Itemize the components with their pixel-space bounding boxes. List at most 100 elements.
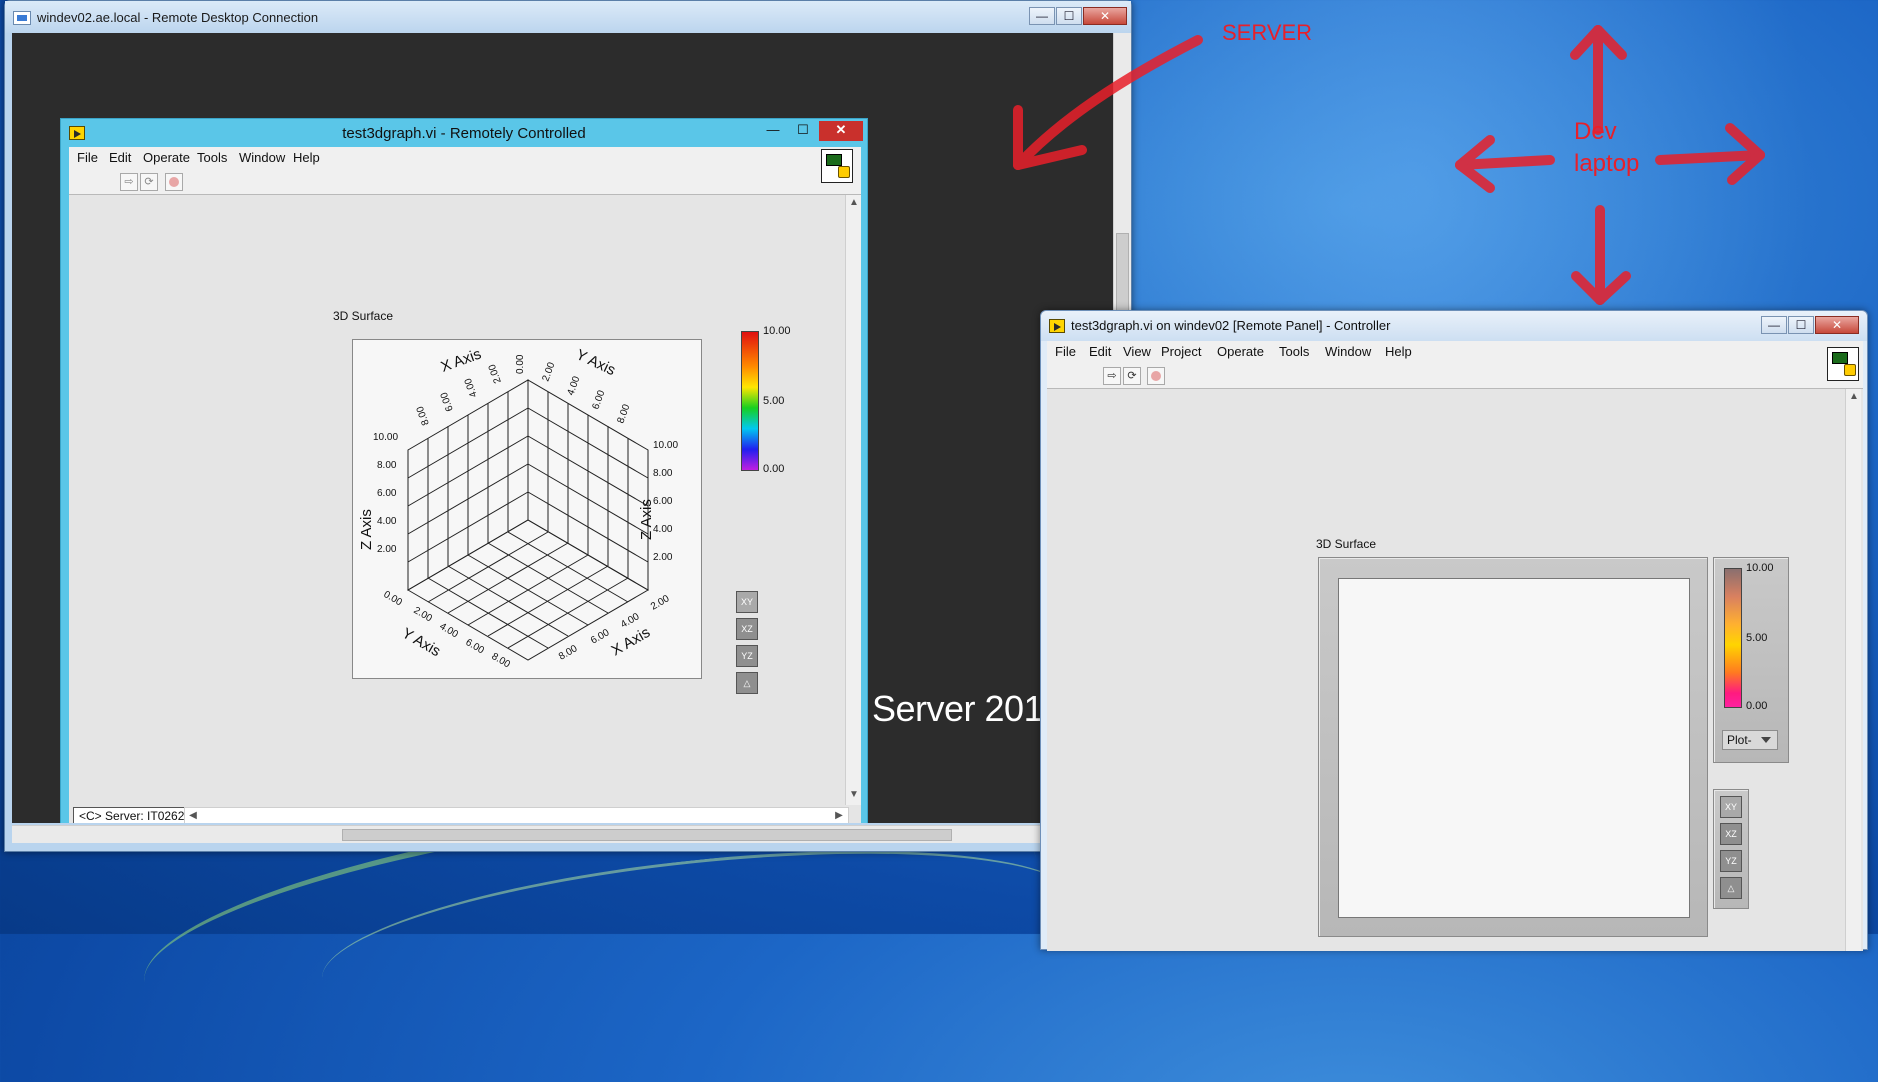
plot-dropdown-button[interactable]: Plot-	[1722, 730, 1778, 750]
ctl-ramp-tick-min: 0.00	[1746, 700, 1768, 712]
ctl-menu-edit[interactable]: Edit	[1089, 344, 1111, 359]
controller-close-button[interactable]: ✕	[1815, 316, 1859, 334]
server-status-label: <C> Server: IT0262	[73, 807, 191, 823]
z-tick-10-right: 10.00	[653, 440, 678, 451]
x-axis-label-top: X Axis	[439, 346, 484, 376]
ctl-ramp-frame: 10.00 5.00 0.00 Plot-	[1713, 557, 1789, 763]
graph-label: 3D Surface	[333, 309, 394, 323]
z-tick-10-left: 10.00	[373, 432, 398, 443]
rdp-horizontal-scrollbar[interactable]	[12, 825, 1124, 843]
ctl-xz-plane-icon[interactable]: XZ	[1720, 823, 1742, 845]
bottom-right-tick-8: 8.00	[557, 643, 580, 662]
top-tick-2: 2.00	[540, 361, 557, 383]
run-arrow-icon[interactable]: ⇨	[120, 173, 138, 191]
3d-surface-plot[interactable]: X Axis Y Axis Z Axis Z Axis Y Axis X Axi…	[352, 339, 702, 679]
3d-axes-svg: X Axis Y Axis Z Axis Z Axis Y Axis X Axi…	[358, 346, 678, 671]
ctl-3d-tools-frame: XY XZ YZ △	[1713, 789, 1749, 909]
ctl-xy-plane-icon[interactable]: XY	[1720, 796, 1742, 818]
controller-vertical-scrollbar[interactable]: ▲	[1845, 389, 1861, 951]
rdp-window: windev02.ae.local - Remote Desktop Conne…	[4, 0, 1132, 852]
ctl-yz-plane-icon[interactable]: YZ	[1720, 850, 1742, 872]
ctl-menu-tools[interactable]: Tools	[1279, 344, 1309, 359]
xy-plane-icon[interactable]: XY	[736, 591, 758, 613]
menu-tools[interactable]: Tools	[197, 150, 227, 165]
z-tick-2-right: 2.00	[653, 552, 673, 563]
ctl-menu-window[interactable]: Window	[1325, 344, 1371, 359]
top-tick-4: 4.00	[565, 375, 582, 397]
ctl-vi-connector-icon	[1827, 347, 1859, 381]
run-continuously-icon[interactable]: ⟳	[140, 173, 158, 191]
bottom-left-tick-0: 0.00	[382, 589, 405, 608]
bottom-right-tick-6: 6.00	[589, 627, 612, 646]
remote-minimize-button[interactable]: —	[759, 121, 787, 141]
annotation-server: SERVER	[1222, 20, 1313, 45]
ctl-menu-help[interactable]: Help	[1385, 344, 1412, 359]
remote-vi-titlebar[interactable]: test3dgraph.vi - Remotely Controlled — ☐…	[61, 119, 867, 147]
ctl-color-ramp[interactable]	[1724, 568, 1742, 708]
ctl-menu-operate[interactable]: Operate	[1217, 344, 1264, 359]
remote-maximize-button[interactable]: ☐	[789, 121, 817, 141]
vi-connector-icon	[821, 149, 853, 183]
z-tick-8-right: 8.00	[653, 468, 673, 479]
rdp-client-area: Server 2012 test3dgraph.vi - Remotely Co…	[12, 33, 1124, 823]
remote-front-panel: 3D Surface X Axis Y Axis Z Axis Z Axis Y…	[69, 195, 845, 805]
controller-minimize-button[interactable]: —	[1761, 316, 1787, 334]
ctl-graph-frame	[1318, 557, 1708, 937]
annotation-arrows	[1013, 25, 1765, 305]
ctl-run-arrow-icon[interactable]: ⇨	[1103, 367, 1121, 385]
menu-operate[interactable]: Operate	[143, 150, 190, 165]
rdp-titlebar[interactable]: windev02.ae.local - Remote Desktop Conne…	[5, 1, 1131, 33]
left-tick-6: 6.00	[439, 390, 456, 412]
remote-close-button[interactable]: ✕	[819, 121, 863, 141]
xz-plane-icon[interactable]: XZ	[736, 618, 758, 640]
yz-plane-icon[interactable]: YZ	[736, 645, 758, 667]
ctl-menu-project[interactable]: Project	[1161, 344, 1201, 359]
abort-icon[interactable]	[165, 173, 183, 191]
remote-horizontal-scrollbar[interactable]: ◀ ▶	[184, 807, 849, 823]
z-tick-6-right: 6.00	[653, 496, 673, 507]
remote-vi-title: test3dgraph.vi - Remotely Controlled	[342, 125, 586, 142]
color-ramp[interactable]	[741, 331, 759, 471]
remote-toolbar: ⇨ ⟳	[69, 169, 861, 195]
ramp-tick-min: 0.00	[763, 463, 785, 475]
controller-window: test3dgraph.vi on windev02 [Remote Panel…	[1040, 310, 1868, 951]
left-tick-8: 8.00	[415, 404, 432, 426]
z-tick-8-left: 8.00	[377, 460, 397, 471]
menu-edit[interactable]: Edit	[109, 150, 131, 165]
annotation-dev: Dev	[1574, 118, 1617, 145]
remote-vertical-scrollbar[interactable]: ▲ ▼	[845, 195, 861, 805]
ctl-menu-file[interactable]: File	[1055, 344, 1076, 359]
z-tick-4-right: 4.00	[653, 524, 673, 535]
top-tick-8: 8.00	[615, 403, 632, 425]
ramp-tick-mid: 5.00	[763, 395, 785, 407]
ctl-default-view-icon[interactable]: △	[1720, 877, 1742, 899]
menu-file[interactable]: File	[77, 150, 98, 165]
menu-window[interactable]: Window	[239, 150, 285, 165]
y-axis-label-top: Y Axis	[573, 346, 618, 379]
ctl-menu-view[interactable]: View	[1123, 344, 1151, 359]
ctl-abort-icon[interactable]	[1147, 367, 1165, 385]
ramp-tick-max: 10.00	[763, 325, 791, 337]
rdp-app-icon	[13, 11, 31, 25]
ctl-run-continuously-icon[interactable]: ⟳	[1123, 367, 1141, 385]
rdp-title: windev02.ae.local - Remote Desktop Conne…	[37, 10, 319, 25]
controller-maximize-button[interactable]: ☐	[1788, 316, 1814, 334]
top-tick-0: 0.00	[515, 354, 526, 374]
ctl-ramp-tick-max: 10.00	[1746, 562, 1774, 574]
left-tick-4: 4.00	[463, 376, 480, 398]
server-2012-watermark: Server 2012	[872, 688, 1063, 729]
rdp-horizontal-thumb[interactable]	[342, 829, 952, 841]
chevron-down-icon	[1761, 737, 1771, 743]
controller-titlebar[interactable]: test3dgraph.vi on windev02 [Remote Panel…	[1041, 311, 1867, 341]
ctl-3d-surface-plot[interactable]	[1338, 578, 1690, 918]
controller-labview-icon	[1049, 319, 1065, 333]
remote-vi-window: test3dgraph.vi - Remotely Controlled — ☐…	[60, 118, 868, 823]
z-tick-4-left: 4.00	[377, 516, 397, 527]
remote-menubar: File Edit Operate Tools Window Help	[69, 147, 861, 169]
bottom-left-tick-6: 6.00	[464, 637, 487, 656]
annotation-laptop: laptop	[1574, 150, 1640, 177]
menu-help[interactable]: Help	[293, 150, 320, 165]
remote-vi-body: File Edit Operate Tools Window Help ⇨ ⟳ …	[69, 147, 861, 823]
controller-front-panel: 3D Surface 10.00 5.00 0.00 Plot- XY XZ Y…	[1047, 389, 1845, 951]
default-view-icon[interactable]: △	[736, 672, 758, 694]
